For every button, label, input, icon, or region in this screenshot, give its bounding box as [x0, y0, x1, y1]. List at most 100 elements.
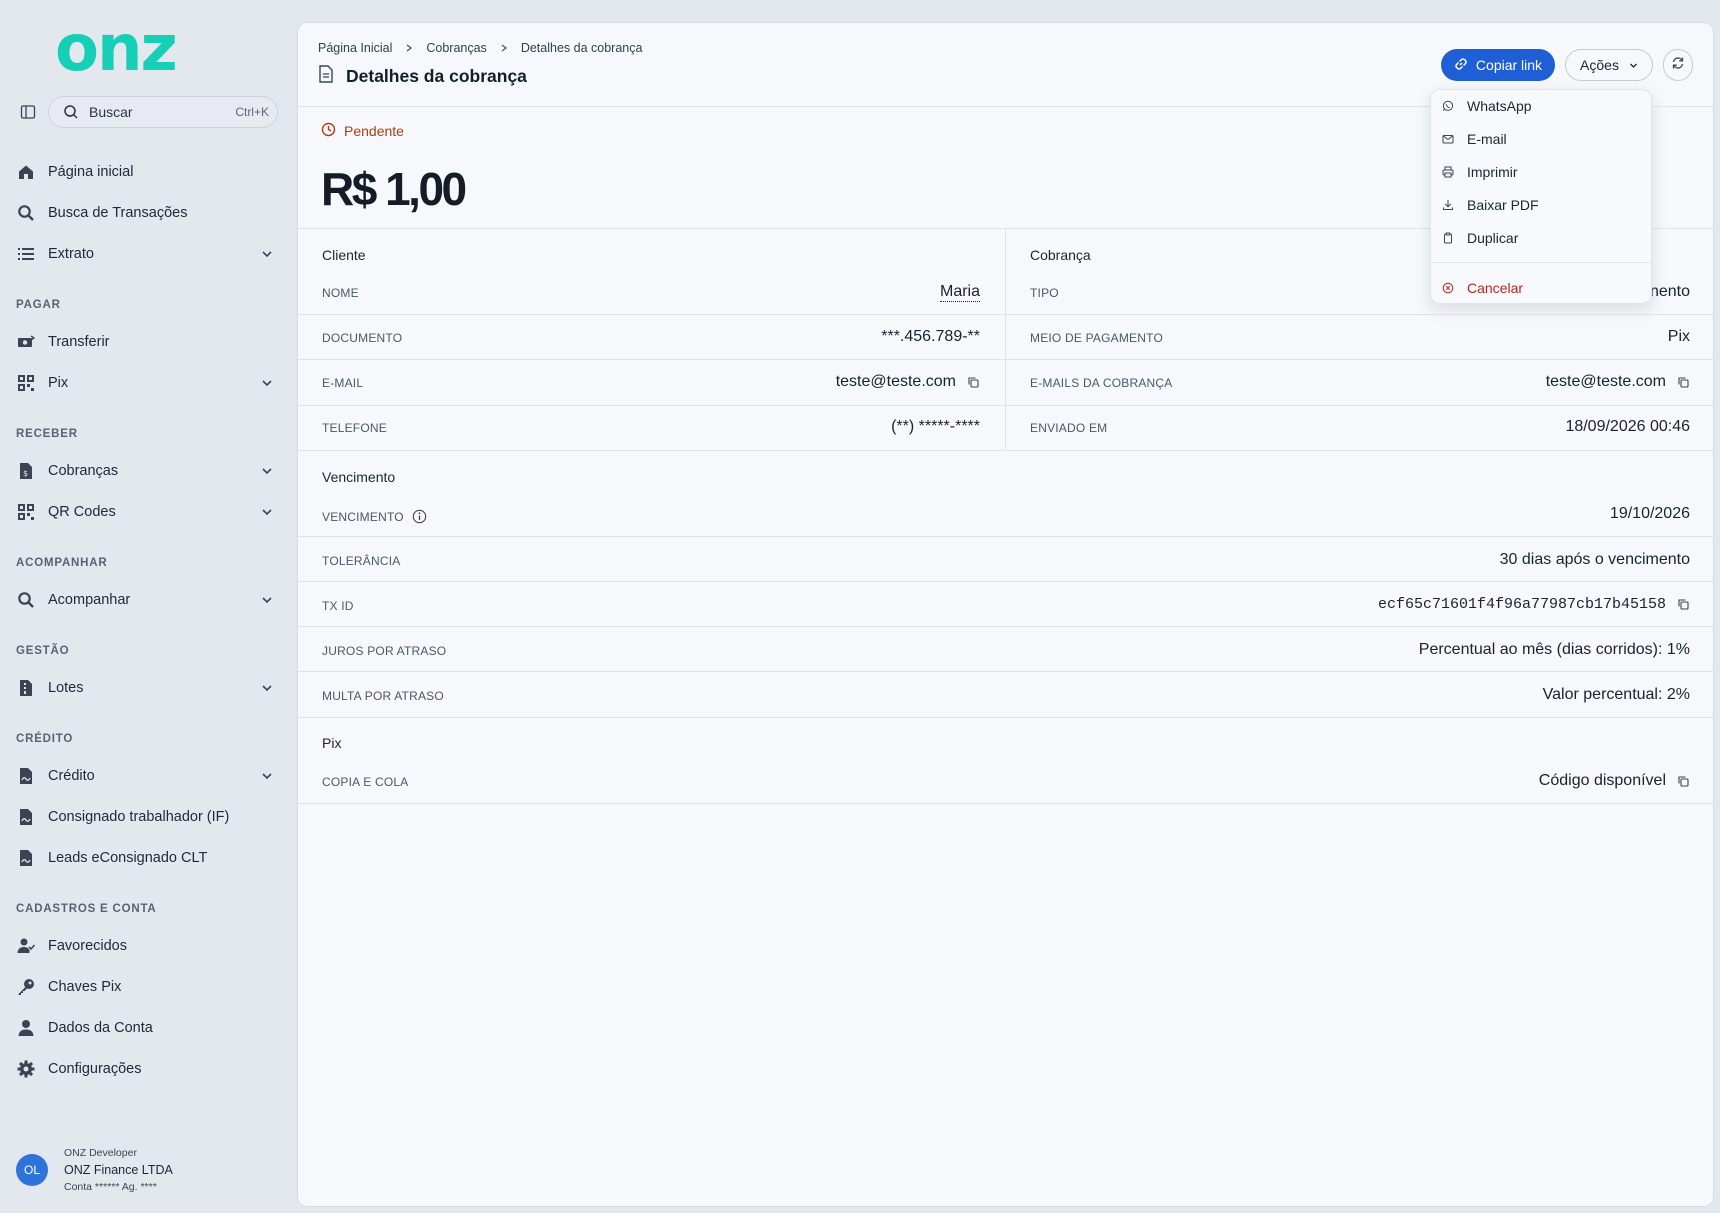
- user-info: ONZ Developer ONZ Finance LTDA Conta ***…: [64, 1147, 173, 1193]
- sidebar-item-favorecidos[interactable]: Favorecidos: [16, 932, 281, 960]
- divider: [298, 405, 1005, 406]
- sidebar-item-lotes[interactable]: Lotes: [16, 674, 281, 702]
- sent-at-label: ENVIADO EM: [1030, 421, 1108, 435]
- divider: [298, 803, 1713, 804]
- info-icon[interactable]: [412, 509, 427, 524]
- svg-text:$: $: [23, 469, 28, 478]
- copy-paste-value: Código disponível: [1198, 772, 1690, 790]
- sidebar-item-extrato[interactable]: Extrato: [16, 240, 281, 268]
- divider: [1006, 405, 1713, 406]
- fine-label: MULTA POR ATRASO: [322, 689, 444, 703]
- user-company: ONZ Finance LTDA: [64, 1163, 173, 1177]
- search-icon: [16, 203, 36, 223]
- chevron-down-icon: [259, 504, 275, 520]
- search-row: Buscar Ctrl+K: [16, 96, 281, 128]
- contract-file-icon: [16, 848, 36, 868]
- menu-item-print[interactable]: Imprimir: [1441, 158, 1641, 186]
- home-icon: [16, 162, 36, 182]
- divider: [1006, 359, 1713, 360]
- search-shortcut: Ctrl+K: [235, 105, 269, 119]
- gear-icon: [16, 1059, 36, 1079]
- divider: [1006, 314, 1713, 315]
- charge-type-label: TIPO: [1030, 286, 1059, 300]
- sidebar-item-leads[interactable]: Leads eConsignado CLT: [16, 844, 281, 872]
- chevron-down-icon: [259, 768, 275, 784]
- charge-amount: R$ 1,00: [321, 163, 467, 215]
- search-icon: [64, 105, 78, 119]
- user-account-menu[interactable]: OL ONZ Developer ONZ Finance LTDA Conta …: [16, 1142, 281, 1198]
- actions-button[interactable]: Ações: [1565, 49, 1653, 81]
- chevron-right-icon: [404, 43, 414, 53]
- tolerance-value: 30 dias após o vencimento: [1499, 551, 1690, 568]
- sidebar-item-consignado[interactable]: Consignado trabalhador (IF): [16, 803, 281, 831]
- avatar: OL: [16, 1154, 48, 1186]
- menu-item-duplicate[interactable]: Duplicar: [1441, 224, 1641, 252]
- sidebar-item-transferir[interactable]: Transferir: [16, 328, 281, 356]
- sidebar-item-cobrancas[interactable]: $ Cobranças: [16, 457, 281, 485]
- sidebar-item-chaves-pix[interactable]: Chaves Pix: [16, 973, 281, 1001]
- txid-label: TX ID: [322, 599, 354, 613]
- refresh-icon: [1671, 56, 1685, 75]
- chevron-down-icon: [259, 463, 275, 479]
- copy-icon[interactable]: [1676, 598, 1690, 612]
- divider: [298, 717, 1713, 718]
- copy-icon[interactable]: [1676, 375, 1690, 389]
- printer-icon: [1441, 165, 1455, 179]
- client-phone-value: (**) *****-****: [891, 418, 980, 435]
- chevron-down-icon: [259, 375, 275, 391]
- breadcrumb-cobrancas[interactable]: Cobranças: [426, 41, 486, 55]
- download-icon: [1441, 198, 1455, 212]
- qr-grid-icon: [16, 373, 36, 393]
- divider: [298, 626, 1713, 627]
- page-title-row: Detalhes da cobrança: [318, 65, 527, 88]
- breadcrumb: Página Inicial Cobranças Detalhes da cob…: [318, 41, 642, 55]
- user-account: Conta ****** Ag. ****: [64, 1181, 157, 1193]
- archive-file-icon: [16, 678, 36, 698]
- sidebar-item-dados-conta[interactable]: Dados da Conta: [16, 1014, 281, 1042]
- divider: [298, 671, 1713, 672]
- payment-method-value: Pix: [1667, 328, 1690, 345]
- due-section-title: Vencimento: [322, 469, 396, 485]
- txid-value: ecf65c71601f4f96a77987cb17b45158: [998, 596, 1690, 613]
- whatsapp-icon: [1441, 99, 1455, 113]
- sidebar-item-acompanhar[interactable]: Acompanhar: [16, 586, 281, 614]
- pix-section-title: Pix: [322, 735, 342, 751]
- chevron-down-icon: [1629, 57, 1638, 73]
- client-email-label: E-MAIL: [322, 376, 364, 390]
- breadcrumb-home[interactable]: Página Inicial: [318, 41, 392, 55]
- user-icon: [16, 1018, 36, 1038]
- x-circle-icon: [1441, 281, 1455, 295]
- section-label-pagar: PAGAR: [16, 299, 61, 311]
- fine-value: Valor percentual: 2%: [1542, 686, 1690, 703]
- search-input[interactable]: Buscar Ctrl+K: [48, 96, 278, 128]
- sidebar-item-qrcodes[interactable]: QR Codes: [16, 498, 281, 526]
- payment-method-label: MEIO DE PAGAMENTO: [1030, 331, 1163, 345]
- divider: [298, 314, 1005, 315]
- menu-item-cancel[interactable]: Cancelar: [1441, 274, 1641, 302]
- sidebar-item-configuracoes[interactable]: Configurações: [16, 1055, 281, 1083]
- copy-icon[interactable]: [966, 375, 980, 389]
- divider: [298, 359, 1005, 360]
- menu-item-whatsapp[interactable]: WhatsApp: [1441, 92, 1641, 120]
- copy-link-button[interactable]: Copiar link: [1441, 49, 1555, 81]
- charge-emails-label: E-MAILS DA COBRANÇA: [1030, 376, 1173, 390]
- divider: [298, 450, 1713, 451]
- refresh-button[interactable]: [1663, 49, 1693, 81]
- chevron-right-icon: [499, 43, 509, 53]
- clock-icon: [321, 122, 336, 140]
- section-label-cadastros: CADASTROS E CONTA: [16, 903, 157, 915]
- sidebar-item-credito[interactable]: Crédito: [16, 762, 281, 790]
- sidebar-item-pix[interactable]: Pix: [16, 369, 281, 397]
- sidebar-item-home[interactable]: Página inicial: [16, 158, 281, 186]
- chevron-down-icon: [259, 680, 275, 696]
- copy-icon[interactable]: [1676, 774, 1690, 788]
- menu-item-email[interactable]: E-mail: [1441, 125, 1641, 153]
- section-label-acompanhar: ACOMPANHAR: [16, 557, 108, 569]
- onz-logo[interactable]: onz: [55, 17, 237, 81]
- tolerance-label: TOLERÂNCIA: [322, 554, 401, 568]
- sidebar-item-transaction-search[interactable]: Busca de Transações: [16, 199, 281, 227]
- document-icon: [318, 65, 334, 88]
- menu-item-download-pdf[interactable]: Baixar PDF: [1441, 191, 1641, 219]
- sidebar-toggle-icon[interactable]: [16, 100, 40, 124]
- menu-divider: [1431, 262, 1651, 263]
